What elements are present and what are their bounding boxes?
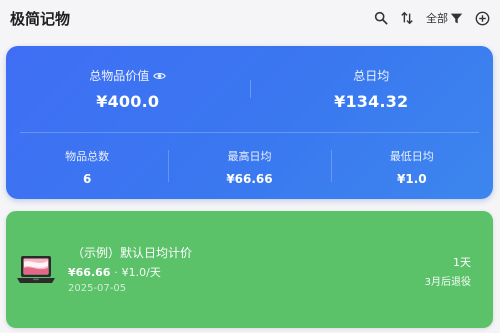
item-count-stat: 物品总数 6 [6, 134, 168, 199]
summary-top-row: 总物品价值 ¥400.0 总日均 ¥134.32 [6, 46, 493, 132]
add-circle-icon [475, 11, 490, 25]
app-title: 极简记物 [10, 9, 71, 28]
add-item-button[interactable] [475, 11, 490, 26]
search-button[interactable] [374, 11, 388, 25]
laptop-icon [17, 256, 55, 283]
item-days-used: 1天 [453, 256, 471, 269]
summary-divider [20, 132, 479, 133]
search-icon [374, 11, 388, 25]
sort-button[interactable] [400, 11, 414, 25]
item-count-value: 6 [82, 171, 92, 186]
daily-total-value: ¥134.32 [334, 92, 409, 111]
daily-total-label: 总日均 [353, 69, 390, 83]
item-name: （示例）默认日均计价 [72, 246, 193, 260]
total-value-stat: 总物品价值 ¥400.0 [6, 46, 250, 132]
min-daily-value: ¥1.0 [397, 171, 427, 186]
top-app-bar: 极简记物 全部 [0, 0, 500, 36]
sort-icon [401, 11, 413, 25]
eye-icon[interactable] [153, 71, 167, 81]
item-price: ¥66.66 [68, 266, 111, 279]
min-daily-label: 最低日均 [389, 149, 434, 163]
item-daily-cost: ¥1.0/天 [121, 266, 161, 279]
item-retire-note: 3月后退役 [424, 277, 471, 288]
min-daily-stat: 最低日均 ¥1.0 [330, 134, 493, 199]
total-value-label: 总物品价值 [89, 69, 150, 83]
max-daily-value: ¥66.66 [226, 171, 273, 186]
daily-total-stat: 总日均 ¥134.32 [249, 46, 494, 132]
price-separator: · [114, 266, 118, 279]
total-value: ¥400.0 [96, 92, 160, 111]
filter-label: 全部 [426, 12, 448, 25]
max-daily-label: 最高日均 [227, 149, 272, 163]
summary-bottom-row: 物品总数 6 最高日均 ¥66.66 最低日均 ¥1.0 [6, 134, 493, 199]
top-actions: 全部 [374, 10, 490, 26]
total-value-label-row: 总物品价值 [89, 67, 167, 84]
item-count-label: 物品总数 [65, 149, 110, 163]
filter-button[interactable]: 全部 [426, 10, 463, 26]
item-card[interactable]: （示例）默认日均计价 ¥66.66 · ¥1.0/天 2025-07-05 1天… [6, 211, 493, 328]
item-purchase-date: 2025-07-05 [68, 283, 127, 294]
max-daily-stat: 最高日均 ¥66.66 [168, 134, 330, 199]
filter-icon [450, 13, 463, 23]
summary-card: 总物品价值 ¥400.0 总日均 ¥134.32 物品总数 6 最高日均 ¥66… [6, 46, 493, 199]
item-price-row: ¥66.66 · ¥1.0/天 [68, 264, 161, 280]
